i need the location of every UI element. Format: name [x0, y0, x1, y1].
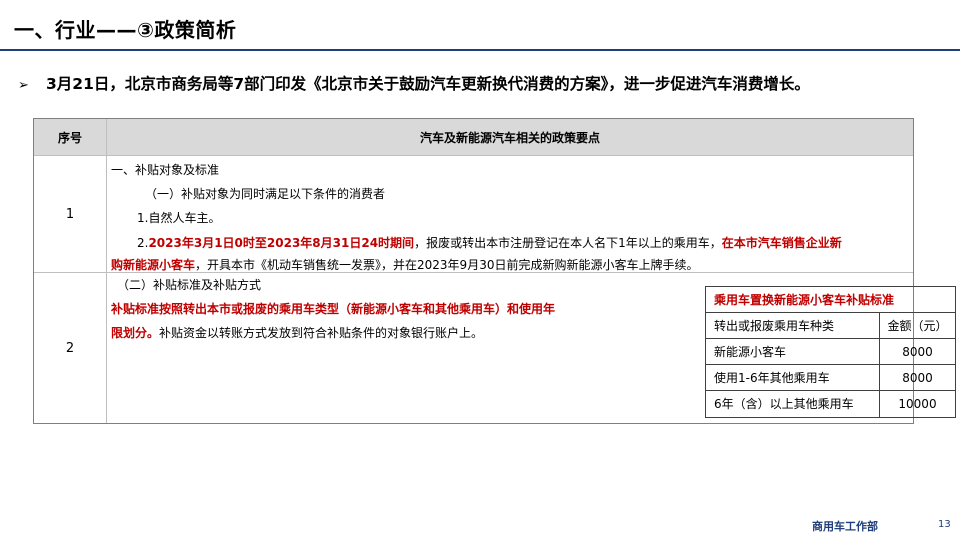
col-header-policy: 汽车及新能源汽车相关的政策要点 [419, 131, 600, 145]
table-header-row: 序号 汽车及新能源汽车相关的政策要点 [34, 119, 913, 156]
policy-text: 2. [137, 236, 149, 250]
policy-highlight: 购新能源小客车 [111, 258, 196, 272]
table-row: 6年（含）以上其他乘用车 10000 [706, 391, 955, 417]
policy-text: 补贴资金以转账方式发放到符合补贴条件的对象银行账户上。 [159, 326, 484, 340]
subsidy-col-type: 转出或报废乘用车种类 [706, 313, 880, 338]
row-content: （二）补贴标准及补贴方式 补贴标准按照转出本市或报废的乘用车类型（新能源小客车和… [107, 273, 956, 423]
page-number: 13 [938, 519, 951, 530]
policy-text: ，开具本市《机动车销售统一发票》，并在2023年9月30日前完成新购新能源小客车… [195, 258, 699, 272]
subsidy-type-cell: 6年（含）以上其他乘用车 [706, 391, 880, 417]
subsidy-type-cell: 新能源小客车 [706, 339, 880, 364]
policy-highlight: 补贴标准按照转出本市或报废的乘用车类型（新能源小客车和其他乘用车）和使用年 [111, 302, 556, 316]
row-content: 一、补贴对象及标准 （一）补贴对象为同时满足以下条件的消费者 1.自然人车主。 … [107, 156, 913, 272]
row-index: 2 [34, 273, 107, 423]
table-row: 2 （二）补贴标准及补贴方式 补贴标准按照转出本市或报废的乘用车类型（新能源小客… [34, 273, 956, 423]
policy-line: 购新能源小客车，开具本市《机动车销售统一发票》，并在2023年9月30日前完成新… [111, 257, 698, 273]
policy-line: 一、补贴对象及标准 [111, 163, 220, 177]
policy-highlight: 2023年3月1日0时至2023年8月31日24时期间 [148, 236, 415, 250]
footer-department: 商用车工作部 [812, 520, 878, 533]
policy-table: 序号 汽车及新能源汽车相关的政策要点 1 一、补贴对象及标准 （一）补贴对象为同… [33, 118, 956, 424]
subsidy-col-amount: 金额（元） [887, 319, 948, 333]
subsidy-table-caption: 乘用车置换新能源小客车补贴标准 [706, 287, 955, 313]
policy-line: 2.2023年3月1日0时至2023年8月31日24时期间，报废或转出本市注册登… [137, 235, 842, 251]
policy-line: 1.自然人车主。 [137, 211, 221, 225]
arrow-bullet-icon: ➢ [18, 78, 29, 93]
policy-line: （一）补贴对象为同时满足以下条件的消费者 [145, 187, 386, 201]
headline: ➢ 3月21日，北京市商务局等7部门印发《北京市关于鼓励汽车更新换代消费的方案》，… [18, 72, 953, 94]
subsidy-amount-cell: 10000 [898, 397, 937, 411]
slide-title: 一、行业——③政策简析 [14, 18, 237, 42]
policy-line: 限划分。补贴资金以转账方式发放到符合补贴条件的对象银行账户上。 [111, 325, 483, 341]
policy-highlight: 限划分。 [111, 326, 160, 340]
policy-line: （二）补贴标准及补贴方式 [117, 278, 262, 292]
subsidy-header-row: 转出或报废乘用车种类 金额（元） [706, 313, 955, 339]
table-row: 使用1-6年其他乘用车 8000 [706, 365, 955, 391]
subsidy-amount-cell: 8000 [902, 345, 933, 359]
col-header-index: 序号 [34, 119, 107, 156]
table-row: 新能源小客车 8000 [706, 339, 955, 365]
subsidy-amount-cell: 8000 [902, 371, 933, 385]
policy-highlight: 在本市汽车销售企业新 [721, 236, 842, 250]
policy-text: ，报废或转出本市注册登记在本人名下1年以上的乘用车， [414, 236, 722, 250]
row-index: 1 [34, 156, 107, 272]
title-divider [0, 49, 960, 51]
subsidy-table: 乘用车置换新能源小客车补贴标准 转出或报废乘用车种类 金额（元） 新能源小客车 … [705, 286, 956, 418]
subsidy-type-cell: 使用1-6年其他乘用车 [706, 365, 880, 390]
table-row: 1 一、补贴对象及标准 （一）补贴对象为同时满足以下条件的消费者 1.自然人车主… [34, 156, 913, 273]
headline-text: 3月21日，北京市商务局等7部门印发《北京市关于鼓励汽车更新换代消费的方案》，进… [46, 75, 810, 93]
